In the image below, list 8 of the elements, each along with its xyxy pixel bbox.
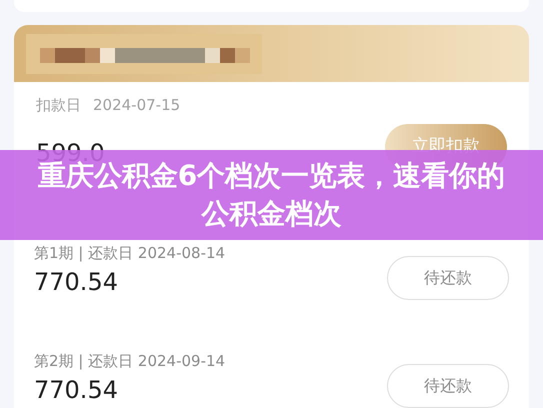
deduction-date: 2024-07-15 [93,95,180,116]
pending-button[interactable]: 待还款 [387,256,509,300]
date-label: 扣款日 [36,95,81,116]
period-label: 第1期 | 还款日 2024-08-14 [34,244,226,262]
pending-button[interactable]: 待还款 [387,364,509,408]
period-label: 第2期 | 还款日 2024-09-14 [34,352,226,370]
amount: 770.54 [34,375,118,406]
amount: 770.54 [34,267,118,298]
